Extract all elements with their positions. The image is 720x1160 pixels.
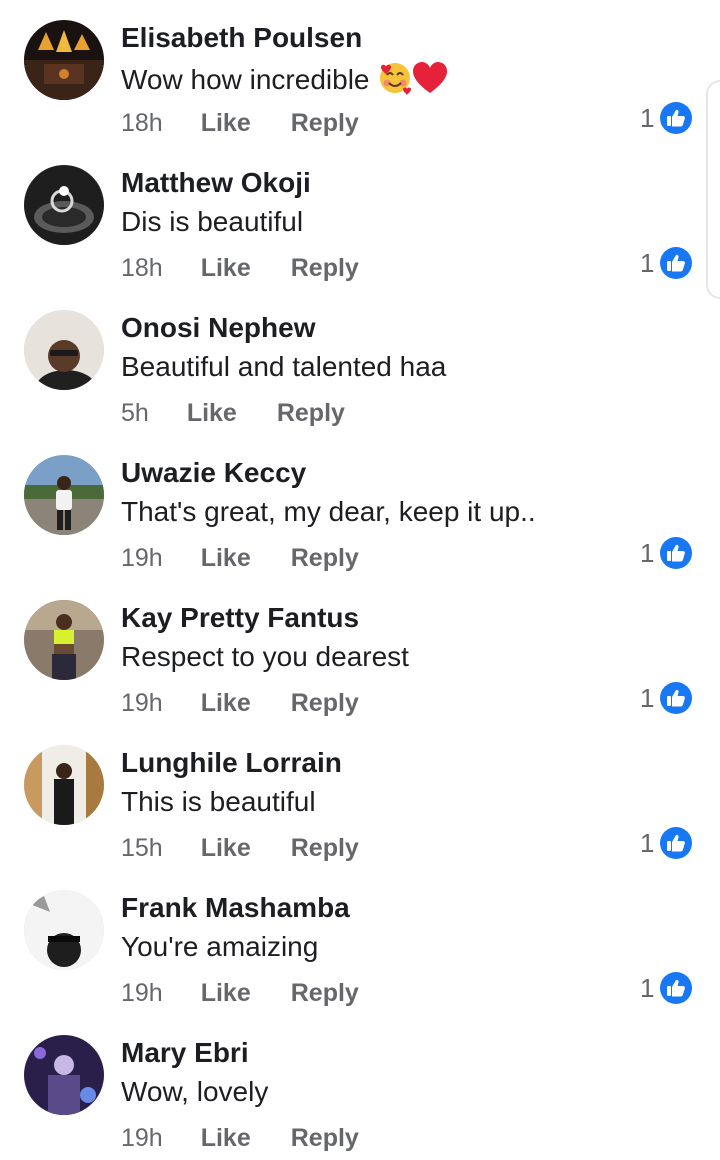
comment-author[interactable]: Kay Pretty Fantus [121, 602, 359, 634]
reaction-count: 1 [640, 247, 655, 278]
comment-actions: 19h Like Reply [121, 979, 359, 1008]
comment-time: 15h [121, 834, 163, 862]
reply-button[interactable]: Reply [291, 1124, 359, 1153]
comment-text: Beautiful and talented haa [121, 351, 447, 382]
comment-text: Wow how incredible [121, 61, 448, 102]
comment-author[interactable]: Matthew Okoji [121, 167, 311, 199]
avatar[interactable] [24, 890, 104, 970]
thumbs-up-icon [660, 972, 693, 1004]
thumbs-up-icon [660, 102, 693, 134]
like-button[interactable]: Like [201, 979, 251, 1008]
comment-actions: 18h Like Reply [121, 109, 359, 138]
reaction-summary[interactable]: 1 [640, 535, 693, 571]
comment-time: 19h [121, 689, 163, 717]
smiling-face-with-hearts-icon [378, 61, 412, 102]
comment-item: Elisabeth Poulsen Wow how incredible 18h… [0, 0, 720, 145]
avatar[interactable] [24, 600, 104, 680]
reply-button[interactable]: Reply [291, 979, 359, 1008]
like-button[interactable]: Like [201, 544, 251, 573]
comment-text-content: Wow how incredible [121, 64, 370, 95]
comment-item: Matthew Okoji Dis is beautiful 18h Like Re… [0, 145, 720, 290]
comment-item: Onosi Nephew Beautiful and talented haa … [0, 290, 720, 435]
reply-button[interactable]: Reply [291, 689, 359, 718]
thumbs-up-icon [660, 537, 693, 569]
reaction-count: 1 [640, 102, 655, 133]
comment-author[interactable]: Mary Ebri [121, 1037, 249, 1069]
comment-author[interactable]: Uwazie Keccy [121, 457, 306, 489]
avatar[interactable] [24, 165, 104, 245]
comment-text: That's great, my dear, keep it up.. [121, 496, 536, 527]
comment-text: You're amaizing [121, 931, 319, 962]
comment-author[interactable]: Lunghile Lorrain [121, 747, 342, 779]
avatar[interactable] [24, 455, 104, 535]
avatar[interactable] [24, 310, 104, 390]
like-button[interactable]: Like [201, 254, 251, 283]
comment-text: Wow, lovely [121, 1076, 269, 1107]
comment-item: Mary Ebri Wow, lovely 19h Like Reply [0, 1015, 720, 1160]
like-button[interactable]: Like [201, 109, 251, 138]
reaction-summary[interactable]: 1 [640, 245, 693, 281]
comment-author[interactable]: Frank Mashamba [121, 892, 350, 924]
reply-button[interactable]: Reply [291, 544, 359, 573]
comment-item: Kay Pretty Fantus Respect to you dearest… [0, 580, 720, 725]
reaction-summary[interactable]: 1 [640, 825, 693, 861]
comment-item: Frank Mashamba You're amaizing 19h Like Re… [0, 870, 720, 1015]
comment-item: Uwazie Keccy That's great, my dear, keep… [0, 435, 720, 580]
like-button[interactable]: Like [187, 399, 237, 428]
reaction-count: 1 [640, 537, 655, 568]
like-button[interactable]: Like [201, 1124, 251, 1153]
reaction-summary[interactable]: 1 [640, 100, 693, 136]
thumbs-up-icon [660, 827, 693, 859]
comment-text: Respect to you dearest [121, 641, 409, 672]
like-button[interactable]: Like [201, 689, 251, 718]
thumbs-up-icon [660, 247, 693, 279]
comment-actions: 19h Like Reply [121, 1124, 359, 1153]
reaction-count: 1 [640, 972, 655, 1003]
comment-time: 5h [121, 399, 149, 427]
comment-time: 19h [121, 979, 163, 1007]
avatar[interactable] [24, 745, 104, 825]
comment-actions: 19h Like Reply [121, 689, 359, 718]
comment-author[interactable]: Elisabeth Poulsen [121, 22, 362, 54]
comment-item: Lunghile Lorrain This is beautiful 15h Li… [0, 725, 720, 870]
comment-text: This is beautiful [121, 786, 316, 817]
comment-text: Dis is beautiful [121, 206, 304, 237]
comment-time: 19h [121, 544, 163, 572]
reaction-count: 1 [640, 827, 655, 858]
comment-time: 18h [121, 109, 163, 137]
comment-actions: 19h Like Reply [121, 544, 359, 573]
thumbs-up-icon [660, 682, 693, 714]
comment-time: 19h [121, 1124, 163, 1152]
avatar[interactable] [24, 20, 104, 100]
reply-button[interactable]: Reply [291, 834, 359, 863]
side-panel-edge[interactable] [706, 80, 720, 299]
reply-button[interactable]: Reply [291, 109, 359, 138]
reaction-count: 1 [640, 682, 655, 713]
red-heart-icon [412, 61, 448, 102]
comment-actions: 18h Like Reply [121, 254, 359, 283]
reply-button[interactable]: Reply [277, 399, 345, 428]
reaction-summary[interactable]: 1 [640, 970, 693, 1006]
comment-author[interactable]: Onosi Nephew [121, 312, 315, 344]
comment-actions: 15h Like Reply [121, 834, 359, 863]
like-button[interactable]: Like [201, 834, 251, 863]
reply-button[interactable]: Reply [291, 254, 359, 283]
reaction-summary[interactable]: 1 [640, 680, 693, 716]
comment-actions: 5h Like Reply [121, 399, 345, 428]
avatar[interactable] [24, 1035, 104, 1115]
comment-time: 18h [121, 254, 163, 282]
